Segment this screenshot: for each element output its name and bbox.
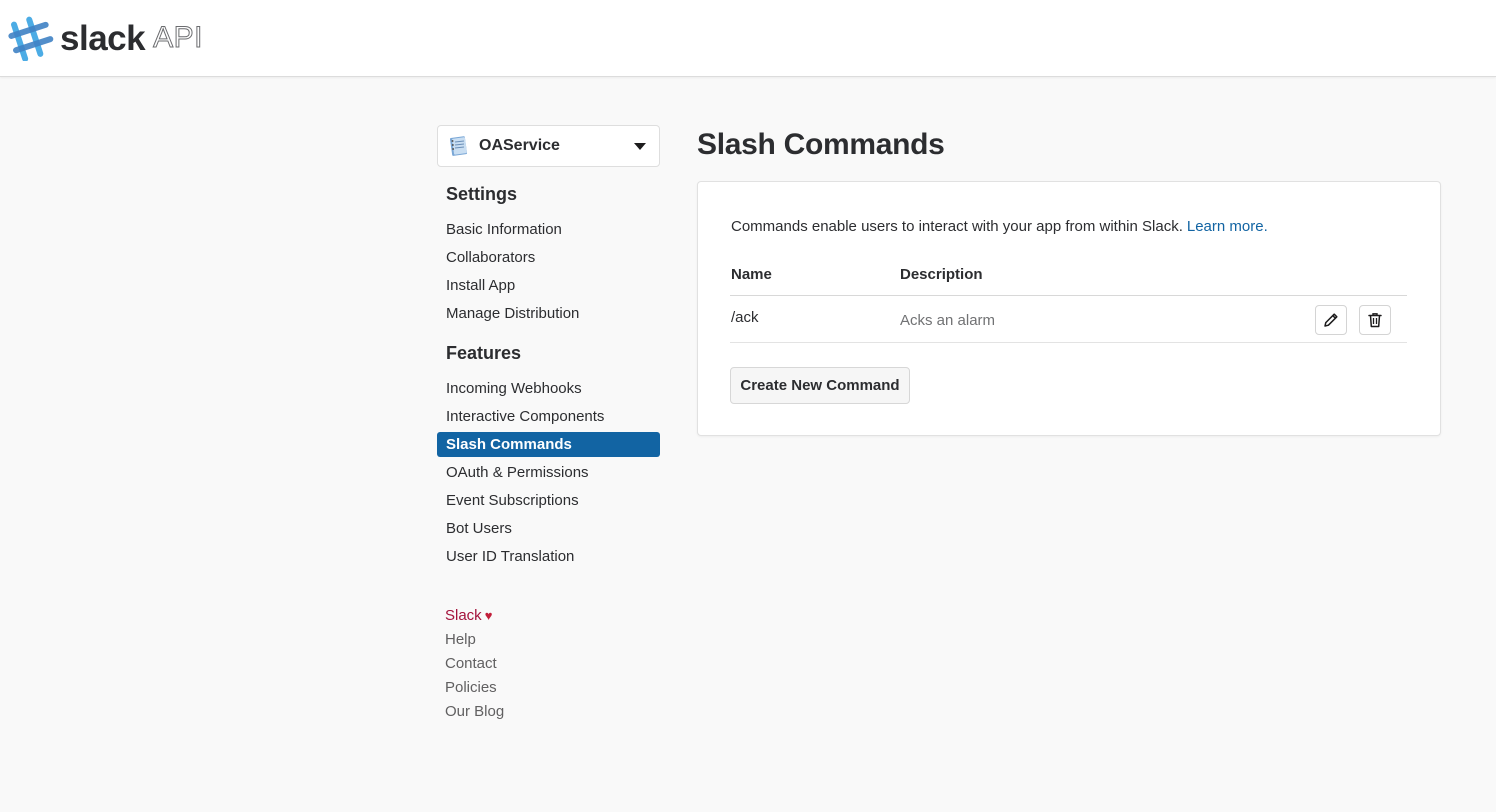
heart-icon: ♥ <box>484 608 493 623</box>
footer-contact-link[interactable]: Contact <box>445 654 497 674</box>
notebook-icon <box>449 136 468 156</box>
sidebar-item-user-id-translation[interactable]: User ID Translation <box>437 544 660 569</box>
footer-blog-link[interactable]: Our Blog <box>445 702 504 722</box>
column-header-description: Description <box>900 266 983 283</box>
sidebar-item-bot-users[interactable]: Bot Users <box>437 516 660 541</box>
footer-slack-label: Slack <box>445 607 482 624</box>
slack-api-logo[interactable]: slack API <box>8 14 203 62</box>
sidebar-item-install-app[interactable]: Install App <box>437 273 660 298</box>
create-new-command-button[interactable]: Create New Command <box>730 367 910 404</box>
features-heading: Features <box>446 343 522 363</box>
sidebar-item-slash-commands[interactable]: Slash Commands <box>437 432 660 457</box>
footer-policies-link[interactable]: Policies <box>445 678 497 698</box>
caret-down-icon <box>634 143 646 150</box>
footer-slack-link[interactable]: Slack ♥ <box>445 606 492 626</box>
intro-text: Commands enable users to interact with y… <box>731 218 1268 235</box>
sidebar-item-event-subscriptions[interactable]: Event Subscriptions <box>437 488 660 513</box>
app-selector-dropdown[interactable]: OAService <box>437 125 660 167</box>
slack-logo-icon <box>8 16 54 61</box>
command-description: Acks an alarm <box>900 312 996 329</box>
edit-command-button[interactable] <box>1315 305 1347 335</box>
command-name: /ack <box>731 309 759 326</box>
sidebar-item-collaborators[interactable]: Collaborators <box>437 245 660 270</box>
slash-commands-card: Commands enable users to interact with y… <box>697 181 1441 436</box>
footer-help-link[interactable]: Help <box>445 630 476 650</box>
sidebar-item-interactive-components[interactable]: Interactive Components <box>437 404 660 429</box>
sidebar-item-basic-information[interactable]: Basic Information <box>437 217 660 242</box>
intro-description: Commands enable users to interact with y… <box>731 218 1183 235</box>
app-name: OAService <box>479 137 560 154</box>
pencil-icon <box>1324 313 1338 327</box>
logo-wordmark: slack <box>60 18 146 58</box>
top-header: slack API <box>0 0 1496 77</box>
delete-command-button[interactable] <box>1359 305 1391 335</box>
page-title: Slash Commands <box>697 128 945 161</box>
trash-icon <box>1368 313 1382 328</box>
table-header-divider <box>730 295 1407 296</box>
sidebar-item-manage-distribution[interactable]: Manage Distribution <box>437 301 660 326</box>
settings-heading: Settings <box>446 184 518 204</box>
column-header-name: Name <box>731 266 772 283</box>
sidebar-item-oauth-permissions[interactable]: OAuth & Permissions <box>437 460 660 485</box>
sidebar-item-incoming-webhooks[interactable]: Incoming Webhooks <box>437 376 660 401</box>
logo-api-suffix: API <box>153 21 203 54</box>
learn-more-link[interactable]: Learn more. <box>1187 218 1268 235</box>
table-row-divider <box>730 342 1407 343</box>
